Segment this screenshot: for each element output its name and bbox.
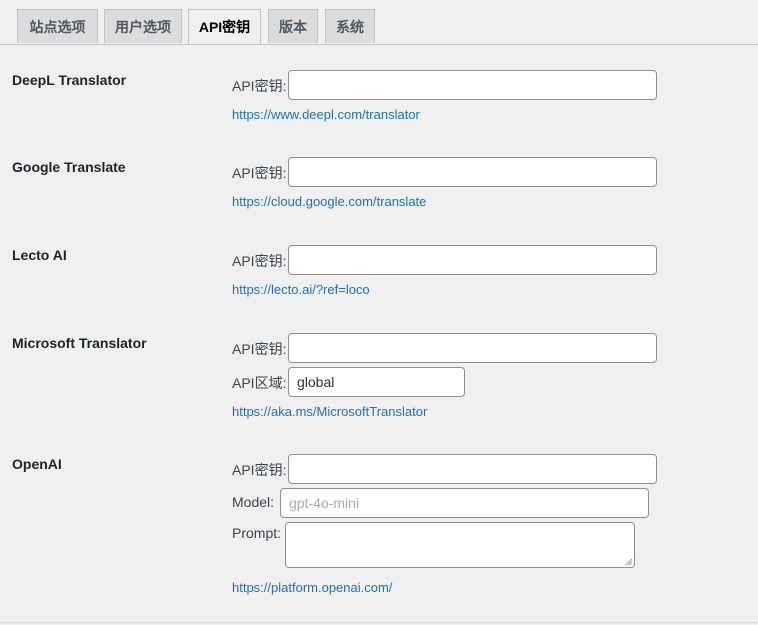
settings-tabs: 站点选项 用户选项 API密钥 版本 系统 [0,0,758,45]
tab-site-options[interactable]: 站点选项 [17,9,98,43]
deepl-link[interactable]: https://www.deepl.com/translator [232,107,420,122]
microsoft-region-input[interactable] [288,367,465,397]
microsoft-region-label: API区域: [232,375,287,391]
lecto-section-title: Lecto AI [12,247,67,263]
bottom-divider [0,622,758,623]
microsoft-api-key-input[interactable] [288,333,657,363]
openai-prompt-textarea[interactable] [285,522,635,568]
lecto-link[interactable]: https://lecto.ai/?ref=loco [232,282,370,297]
lecto-api-key-input[interactable] [288,245,657,275]
openai-model-label: Model: [232,494,275,510]
tab-user-options[interactable]: 用户选项 [104,9,182,43]
google-api-key-input[interactable] [288,157,657,187]
google-api-key-label: API密钥: [232,165,287,181]
deepl-section-title: DeepL Translator [12,72,127,88]
openai-prompt-label: Prompt: [232,525,282,541]
deepl-api-key-label: API密钥: [232,78,287,94]
tab-api-keys[interactable]: API密钥 [188,9,261,44]
microsoft-link[interactable]: https://aka.ms/MicrosoftTranslator [232,404,427,419]
openai-section-title: OpenAI [12,456,62,472]
microsoft-api-key-label: API密钥: [232,341,287,357]
deepl-api-key-input[interactable] [288,70,657,100]
microsoft-section-title: Microsoft Translator [12,335,147,351]
lecto-api-key-label: API密钥: [232,253,287,269]
openai-api-key-input[interactable] [288,454,657,484]
resize-grip-icon[interactable] [625,558,633,566]
tab-version[interactable]: 版本 [268,9,318,43]
openai-api-key-label: API密钥: [232,462,287,478]
google-section-title: Google Translate [12,159,126,175]
openai-link[interactable]: https://platform.openai.com/ [232,580,392,595]
openai-model-input[interactable] [280,488,649,518]
tab-system[interactable]: 系统 [325,9,375,43]
google-link[interactable]: https://cloud.google.com/translate [232,194,426,209]
